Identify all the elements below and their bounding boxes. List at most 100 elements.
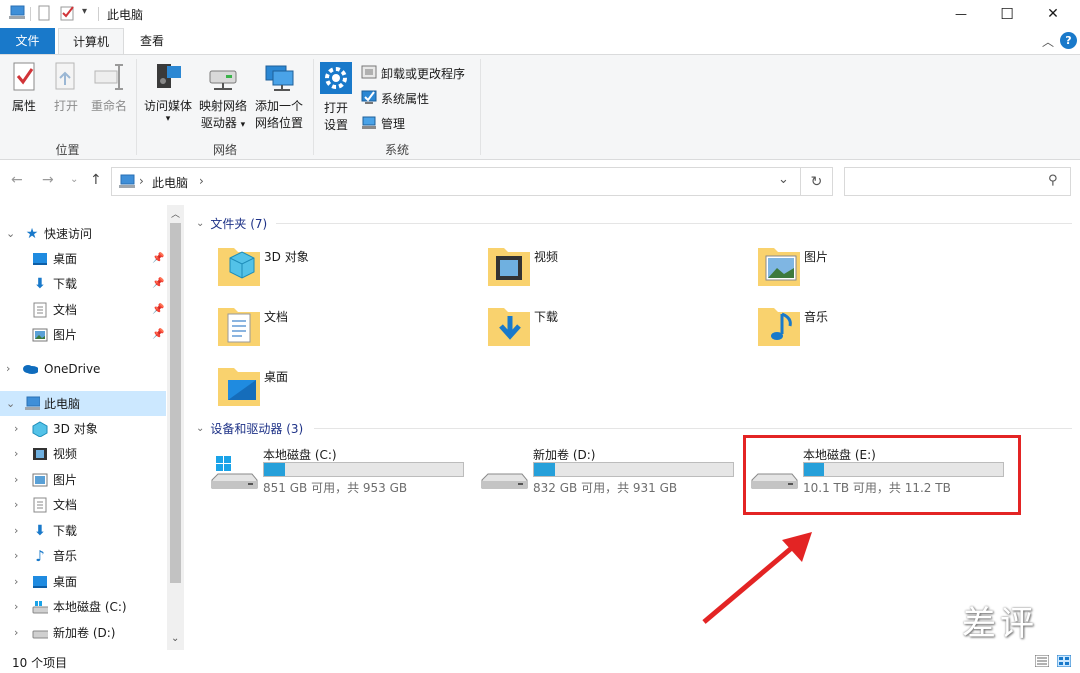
breadcrumb-chevron-icon[interactable]: › <box>139 174 144 188</box>
nav-pc-music[interactable]: › ♪ 音乐 <box>0 543 166 568</box>
this-pc-icon[interactable] <box>8 5 26 24</box>
collapse-ribbon-icon[interactable]: ︿ <box>1042 33 1054 50</box>
address-dropdown-icon[interactable]: ⌄ <box>778 172 789 187</box>
search-icon: ⚲ <box>1048 173 1058 188</box>
chevron-down-icon[interactable]: ⌄ <box>6 227 15 240</box>
folder-documents[interactable]: 文档 <box>216 302 476 358</box>
folder-video-icon <box>488 248 530 286</box>
folder-downloads[interactable]: 下载 <box>486 302 746 358</box>
nav-this-pc[interactable]: ⌄ 此电脑 <box>0 391 166 416</box>
add-location-label-2: 网络位置 <box>254 116 303 130</box>
uninstall-programs-button[interactable]: 卸载或更改程序 <box>361 64 465 83</box>
folder-downloads-icon <box>488 308 530 346</box>
map-network-drive-button[interactable]: 映射网络 驱动器 ▾ <box>196 61 250 134</box>
tab-view[interactable]: 查看 <box>128 28 176 54</box>
pin-icon[interactable]: 📌 <box>152 253 164 264</box>
help-icon[interactable]: ? <box>1060 32 1077 49</box>
nav-quick-desktop[interactable]: 桌面 📌 <box>0 246 166 271</box>
breadcrumb-chevron-icon[interactable]: › <box>199 174 204 188</box>
document-icon <box>32 302 48 318</box>
nav-pc-drive-d[interactable]: › 新加卷 (D:) <box>0 620 166 645</box>
tab-computer[interactable]: 计算机 <box>58 28 124 54</box>
nav-pc-desktop[interactable]: › 桌面 <box>0 569 166 594</box>
drive-usage-bar <box>533 462 734 477</box>
manage-icon <box>361 114 377 133</box>
chevron-down-icon[interactable]: ⌄ <box>6 397 15 410</box>
large-icons-view-icon[interactable] <box>1056 654 1072 670</box>
scroll-up-icon[interactable]: ︿ <box>171 207 180 220</box>
search-input[interactable]: ⚲ <box>844 167 1071 196</box>
properties-qat-icon[interactable] <box>37 5 51 24</box>
nav-quick-downloads[interactable]: ⬇ 下载 📌 <box>0 271 166 296</box>
open-icon <box>48 61 84 98</box>
folder-documents-icon <box>218 308 260 346</box>
nav-pc-videos[interactable]: › 视频 <box>0 441 166 466</box>
chevron-right-icon[interactable]: › <box>14 524 18 537</box>
address-bar[interactable]: › 此电脑 › ⌄ <box>111 167 801 196</box>
chevron-right-icon[interactable]: › <box>14 575 18 588</box>
map-drive-label-2: 驱动器 <box>200 116 237 130</box>
drive-d[interactable]: 新加卷 (D:) 832 GB 可用，共 931 GB <box>480 446 745 501</box>
refresh-button[interactable]: ↻ <box>801 167 833 196</box>
pin-icon[interactable]: 📌 <box>152 304 164 315</box>
tab-file[interactable]: 文件 <box>0 28 55 54</box>
manage-button[interactable]: 管理 <box>361 114 405 133</box>
drive-c[interactable]: 本地磁盘 (C:) 851 GB 可用，共 953 GB <box>210 446 475 501</box>
folder-3d-objects[interactable]: 3D 对象 <box>216 242 476 298</box>
chevron-right-icon[interactable]: › <box>14 549 18 562</box>
minimize-button[interactable]: — <box>938 0 984 28</box>
qat-dropdown-icon[interactable]: ▾ <box>82 6 87 17</box>
pin-icon[interactable]: 📌 <box>152 278 164 289</box>
chevron-right-icon[interactable]: › <box>14 422 18 435</box>
nav-pc-pictures[interactable]: › 图片 <box>0 467 166 492</box>
folder-pictures[interactable]: 图片 <box>756 242 1016 298</box>
chevron-right-icon[interactable]: › <box>14 600 18 613</box>
back-arrow-icon[interactable]: ← <box>11 172 23 188</box>
refresh-icon: ↻ <box>810 173 823 190</box>
chevron-right-icon[interactable]: › <box>6 362 10 375</box>
uninstall-icon <box>361 64 377 83</box>
nav-quick-documents[interactable]: 文档 📌 <box>0 297 166 322</box>
maximize-button[interactable]: ☐ <box>984 0 1030 28</box>
close-button[interactable]: ✕ <box>1030 0 1076 28</box>
drives-section-header[interactable]: ⌄ 设备和驱动器 (3) <box>196 420 303 437</box>
checkmark-qat-icon[interactable] <box>60 5 76 24</box>
nav-onedrive[interactable]: › OneDrive <box>0 356 166 381</box>
rename-button[interactable]: 重命名 <box>89 61 129 115</box>
download-arrow-icon: ⬇ <box>34 275 46 292</box>
folder-videos[interactable]: 视频 <box>486 242 746 298</box>
up-arrow-icon[interactable]: ↑ <box>90 172 102 188</box>
nav-quick-pictures[interactable]: 图片 📌 <box>0 322 166 347</box>
nav-pc-downloads[interactable]: › ⬇ 下载 <box>0 518 166 543</box>
video-icon <box>32 446 48 462</box>
scroll-down-icon[interactable]: ⌄ <box>171 633 179 644</box>
add-location-label-1: 添加一个 <box>254 99 303 113</box>
nav-pc-documents[interactable]: › 文档 <box>0 492 166 517</box>
folder-desktop[interactable]: 桌面 <box>216 362 476 418</box>
chevron-right-icon[interactable]: › <box>14 626 18 639</box>
pin-icon[interactable]: 📌 <box>152 329 164 340</box>
chevron-right-icon[interactable]: › <box>14 473 18 486</box>
folder-music[interactable]: 音乐 <box>756 302 1016 358</box>
details-view-icon[interactable] <box>1034 654 1050 670</box>
folders-section-header[interactable]: ⌄ 文件夹 (7) <box>196 215 267 232</box>
group-location-label: 位置 <box>55 143 80 157</box>
breadcrumb[interactable]: 此电脑 <box>152 174 188 191</box>
access-media-button[interactable]: 访问媒体 ▾ <box>140 61 196 124</box>
forward-arrow-icon[interactable]: → <box>42 172 54 188</box>
system-properties-button[interactable]: 系统属性 <box>361 89 429 108</box>
chevron-right-icon[interactable]: › <box>14 498 18 511</box>
open-button[interactable]: 打开 <box>48 61 84 115</box>
folder-music-icon <box>758 308 800 346</box>
chevron-right-icon[interactable]: › <box>14 447 18 460</box>
scroll-thumb[interactable] <box>170 223 181 583</box>
nav-quick-access[interactable]: ⌄ ★ 快速访问 <box>0 221 166 246</box>
recent-locations-icon[interactable]: ⌄ <box>70 174 78 185</box>
open-settings-button[interactable]: 打开 设置 <box>318 61 354 134</box>
nav-scrollbar[interactable]: ︿ ⌄ <box>167 205 184 650</box>
nav-pc-3d-objects[interactable]: › 3D 对象 <box>0 416 166 441</box>
nav-pc-drive-c[interactable]: › 本地磁盘 (C:) <box>0 594 166 619</box>
desktop-icon <box>32 574 48 590</box>
add-network-location-button[interactable]: 添加一个 网络位置 <box>251 61 307 132</box>
properties-button[interactable]: 属性 <box>6 61 42 115</box>
